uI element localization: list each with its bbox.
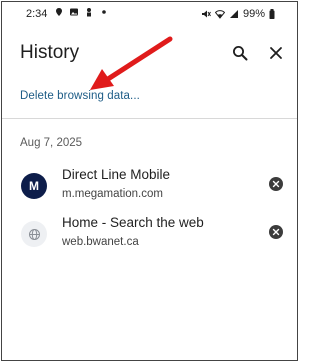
globe-glyph <box>28 228 40 240</box>
history-item-home-search[interactable]: Home - Search the web web.bwanet.ca <box>2 215 297 259</box>
remove-item-button[interactable] <box>269 177 283 191</box>
history-item-url: m.megamation.com <box>62 188 163 200</box>
history-item-direct-line[interactable]: M Direct Line Mobile m.megamation.com <box>2 167 297 211</box>
close-icon <box>272 180 280 188</box>
app-frame: 2:34 99% History Delete browsing data...… <box>1 1 298 361</box>
history-item-title: Direct Line Mobile <box>62 167 171 182</box>
close-icon <box>272 228 280 236</box>
date-header: Aug 7, 2025 <box>20 137 83 149</box>
annotation-arrow-icon <box>90 36 173 90</box>
favicon-m: M <box>21 173 47 199</box>
globe-icon <box>21 221 47 247</box>
history-item-url: web.bwanet.ca <box>62 236 139 248</box>
remove-item-button[interactable] <box>269 225 283 239</box>
history-item-title: Home - Search the web <box>62 215 204 230</box>
